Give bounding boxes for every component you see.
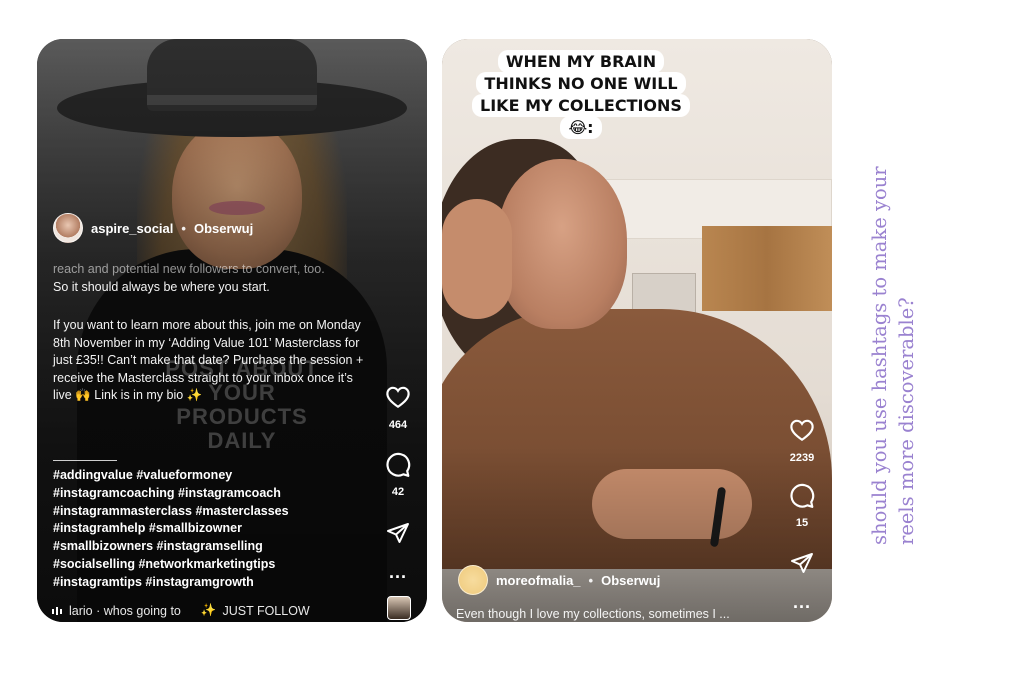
comment-icon: [386, 452, 411, 477]
comment-count: 15: [795, 517, 809, 529]
like-count: 2239: [789, 452, 815, 464]
reel-card-right[interactable]: WHEN MY BRAIN THINKS NO ONE WILL LIKE MY…: [442, 39, 832, 622]
audio-title-2: JUST FOLLOW: [222, 603, 310, 618]
side-note-text: should you use hashtags to make your ree…: [868, 166, 918, 545]
meme-text: WHEN MY BRAIN THINKS NO ONE WILL LIKE MY…: [472, 50, 690, 139]
hashtag-line[interactable]: #smallbizowners #instagramselling: [53, 538, 353, 556]
hashtag-line[interactable]: #instagramhelp #smallbizowner: [53, 520, 353, 538]
hashtag-line[interactable]: #socialselling #networkmarketingtips: [53, 556, 353, 574]
avatar[interactable]: [53, 213, 83, 243]
audio-bar[interactable]: lario · whos going to ✨ JUST FOLLOW: [51, 603, 310, 618]
like-button[interactable]: 464: [378, 385, 418, 431]
separator-dot: •: [588, 572, 594, 588]
hashtag-line[interactable]: #instagrammasterclass #masterclasses: [53, 503, 353, 521]
more-options-button[interactable]: ...: [782, 592, 822, 612]
hashtag-list: #addingvalue #valueformoney #instagramco…: [53, 467, 353, 592]
username[interactable]: moreofmalia_: [496, 573, 581, 588]
reel-author-row[interactable]: moreofmalia_ • Obserwuj: [458, 565, 660, 595]
comment-icon: [790, 483, 815, 508]
caption-text: If you want to learn more about this, jo…: [53, 318, 364, 402]
like-count: 464: [388, 419, 408, 431]
reel-author-row[interactable]: aspire_social • Obserwuj: [53, 213, 253, 243]
comment-count: 42: [391, 486, 405, 498]
caption-faded: reach and potential new followers to con…: [53, 261, 373, 296]
follow-button[interactable]: Obserwuj: [601, 573, 660, 588]
hashtag-line[interactable]: #instagramtips #instagramgrowth: [53, 574, 353, 592]
like-button[interactable]: 2239: [782, 418, 822, 464]
follow-button[interactable]: Obserwuj: [194, 221, 253, 236]
meme-caption-box: WHEN MY BRAIN THINKS NO ONE WILL LIKE MY…: [466, 50, 696, 139]
hashtag-line[interactable]: #instagramcoaching #instagramcoach: [53, 485, 353, 503]
caption-line: reach and potential new followers to con…: [53, 262, 325, 276]
username[interactable]: aspire_social: [91, 221, 173, 236]
heart-icon: [790, 419, 814, 442]
more-icon: ...: [792, 592, 811, 612]
more-options-button[interactable]: ...: [378, 562, 418, 582]
audio-title: lario · whos going to: [69, 603, 181, 618]
hashtag-line[interactable]: #addingvalue #valueformoney: [53, 467, 353, 485]
comment-button[interactable]: 42: [378, 452, 418, 498]
caption-line: So it should always be where you start.: [53, 279, 270, 294]
reel-card-left[interactable]: POST ABOUT YOUR PRODUCTS DAILY aspire_so…: [37, 39, 427, 622]
comment-button[interactable]: 15: [782, 483, 822, 529]
send-icon: [387, 523, 409, 543]
separator-dot: •: [181, 220, 186, 236]
audio-thumbnail[interactable]: [387, 596, 411, 620]
share-button[interactable]: [782, 551, 822, 575]
share-button[interactable]: [378, 521, 418, 545]
avatar[interactable]: [458, 565, 488, 595]
audio-wave-icon: [52, 606, 62, 615]
sparkle-icon: ✨: [200, 603, 217, 617]
send-icon: [791, 553, 813, 573]
caption-text[interactable]: Even though I love my collections, somet…: [456, 607, 776, 621]
more-icon: ...: [388, 562, 407, 582]
caption-divider: [53, 460, 117, 461]
heart-icon: [386, 386, 410, 409]
